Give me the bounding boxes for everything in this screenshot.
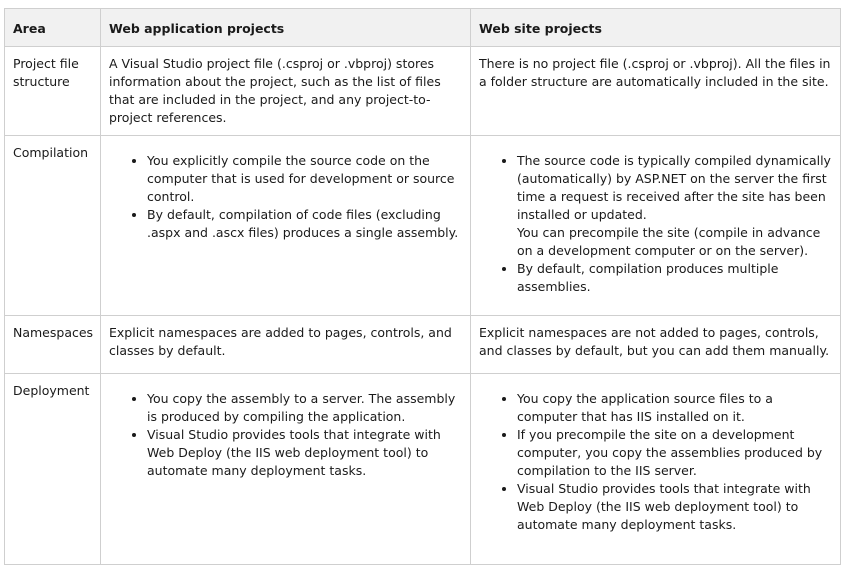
bullet-list: The source code is typically compiled dy… <box>479 152 832 296</box>
area-cell-project-file-structure: Project file structure <box>4 46 101 136</box>
web-site-cell-namespaces: Explicit namespaces are not added to pag… <box>470 315 841 374</box>
list-item-text: You can precompile the site (compile in … <box>517 225 821 258</box>
list-item: By default, compilation produces multipl… <box>517 260 832 296</box>
area-cell-compilation: Compilation <box>4 135 101 316</box>
header-web-application-projects: Web application projects <box>100 8 471 47</box>
table-row: Project file structure A Visual Studio p… <box>4 46 841 136</box>
list-item: Visual Studio provides tools that integr… <box>147 426 462 480</box>
web-app-cell-namespaces: Explicit namespaces are added to pages, … <box>100 315 471 374</box>
area-cell-namespaces: Namespaces <box>4 315 101 374</box>
list-item: You copy the application source files to… <box>517 390 832 426</box>
list-item: Visual Studio provides tools that integr… <box>517 480 832 534</box>
web-site-cell-compilation: The source code is typically compiled dy… <box>470 135 841 316</box>
bullet-list: You explicitly compile the source code o… <box>109 152 462 242</box>
list-item: The source code is typically compiled dy… <box>517 152 832 260</box>
list-item-text: The source code is typically compiled dy… <box>517 153 831 222</box>
web-app-cell-compilation: You explicitly compile the source code o… <box>100 135 471 316</box>
web-app-cell-structure: A Visual Studio project file (.csproj or… <box>100 46 471 136</box>
comparison-table: Area Web application projects Web site p… <box>4 8 841 565</box>
web-site-cell-deployment: You copy the application source files to… <box>470 373 841 565</box>
table-row: Namespaces Explicit namespaces are added… <box>4 315 841 374</box>
list-item: By default, compilation of code files (e… <box>147 206 462 242</box>
header-web-site-projects: Web site projects <box>470 8 841 47</box>
bullet-list: You copy the assembly to a server. The a… <box>109 390 462 480</box>
bullet-list: You copy the application source files to… <box>479 390 832 534</box>
web-app-cell-deployment: You copy the assembly to a server. The a… <box>100 373 471 565</box>
header-area: Area <box>4 8 101 47</box>
table-row: Deployment You copy the assembly to a se… <box>4 373 841 565</box>
list-item: You explicitly compile the source code o… <box>147 152 462 206</box>
header-row: Area Web application projects Web site p… <box>4 8 841 47</box>
area-cell-deployment: Deployment <box>4 373 101 565</box>
list-item: If you precompile the site on a developm… <box>517 426 832 480</box>
list-item: You copy the assembly to a server. The a… <box>147 390 462 426</box>
web-site-cell-structure: There is no project file (.csproj or .vb… <box>470 46 841 136</box>
table-row: Compilation You explicitly compile the s… <box>4 135 841 316</box>
